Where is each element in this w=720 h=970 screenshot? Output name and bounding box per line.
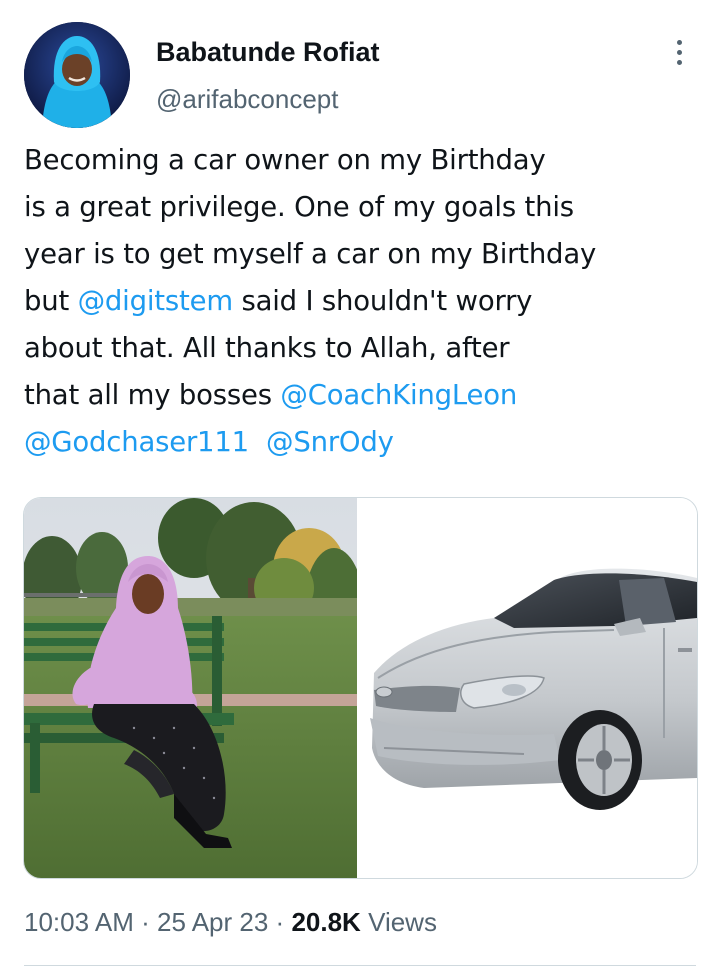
mention-link-digitstem[interactable]: @digitstem <box>78 285 233 317</box>
tweet-text-segment: said I shouldn't worry <box>232 285 533 317</box>
more-options-button[interactable] <box>664 34 694 70</box>
meta-separator: · <box>275 907 285 937</box>
tweet-date[interactable]: 25 Apr 23 <box>157 907 268 937</box>
tweet-text-line: Becoming a car owner on my Birthday <box>24 144 546 176</box>
tweet-text-line: is a great privilege. One of my goals th… <box>24 191 574 223</box>
author-display-name[interactable]: Babatunde Rofiat <box>156 36 380 68</box>
avatar[interactable] <box>24 22 130 128</box>
views-label: Views <box>368 907 437 937</box>
tweet-text: Becoming a car owner on my Birthday is a… <box>24 137 704 466</box>
media-gap <box>357 498 364 878</box>
tweet-text-line: @Godchaser111 @SnrOdy <box>24 419 704 466</box>
tweet-time[interactable]: 10:03 AM <box>24 907 134 937</box>
photo-woman-on-bench[interactable] <box>24 498 357 878</box>
mention-link-snrody[interactable]: @SnrOdy <box>266 426 394 458</box>
divider <box>24 965 696 966</box>
tweet-text-line: about that. All thanks to Allah, after <box>24 332 510 364</box>
meta-separator: · <box>141 907 150 937</box>
mention-link-coachkingleon[interactable]: @CoachKingLeon <box>280 379 517 411</box>
photo-silver-car[interactable] <box>364 498 697 878</box>
views-count: 20.8K <box>291 907 361 937</box>
media-grid <box>23 497 698 879</box>
tweet-text-segment: that all my bosses <box>24 379 281 411</box>
tweet-text-line: but @digitstem said I shouldn't worry <box>24 278 704 325</box>
mention-link-godchaser111[interactable]: @Godchaser111 <box>24 426 249 458</box>
tweet-text-segment: but <box>24 285 78 317</box>
tweet-text-line: that all my bosses @CoachKingLeon <box>24 372 704 419</box>
tweet-text-line: year is to get myself a car on my Birthd… <box>24 238 597 270</box>
tweet-meta: 10:03 AM · 25 Apr 23 · 20.8K Views <box>24 905 437 939</box>
author-handle[interactable]: @arifabconcept <box>156 83 339 115</box>
